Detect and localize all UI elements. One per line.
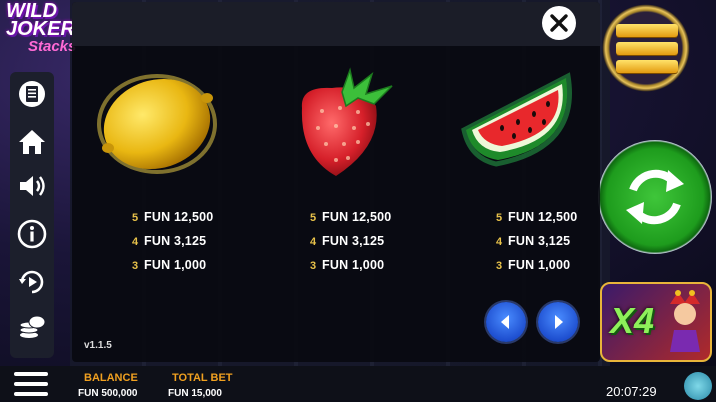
payout-count: 5 [132,212,139,224]
paytable-header-bar [72,2,600,46]
version-label: v1.1.5 [84,340,112,351]
payout-row: 3 FUN 1,000 [310,253,391,277]
watermelon-payouts: 5 FUN 12,500 4 FUN 3,125 3 FUN 1,000 [496,205,577,277]
total-bet-value: FUN 15,000 [168,388,222,399]
payout-count: 4 [132,236,139,248]
payout-row: 3 FUN 1,000 [496,253,577,277]
payout-amount: FUN 3,125 [508,234,571,248]
strawberry-icon [301,67,393,176]
payout-amount: FUN 3,125 [144,234,207,248]
coins-icon[interactable] [16,312,48,344]
lemon-payouts: 5 FUN 12,500 4 FUN 3,125 3 FUN 1,000 [132,205,213,277]
main-menu-icon[interactable] [14,372,48,402]
strawberry-payouts: 5 FUN 12,500 4 FUN 3,125 3 FUN 1,000 [310,205,391,277]
payout-row: 5 FUN 12,500 [310,205,391,229]
next-page-button[interactable] [538,302,578,342]
balance-value: FUN 500,000 [78,388,138,399]
payout-row: 3 FUN 1,000 [132,253,213,277]
info-icon[interactable] [16,218,48,250]
lemon-icon [97,74,217,174]
menu-icon[interactable] [616,24,678,78]
payout-row: 4 FUN 3,125 [496,229,577,253]
payout-amount: FUN 12,500 [508,210,578,224]
spin-button[interactable] [598,140,712,254]
autoplay-icon[interactable] [16,266,48,298]
multiplier-label: X4 [610,300,655,341]
spin-arrows-icon [626,169,684,225]
payout-count: 3 [496,260,503,272]
payout-amount: FUN 3,125 [322,234,385,248]
payout-count: 3 [310,260,317,272]
payout-count: 5 [310,212,317,224]
logo-line-2: JOKER [6,18,75,40]
payout-count: 3 [132,260,139,272]
jester-icon [670,290,700,352]
balance-label: BALANCE [84,372,138,384]
payout-row: 5 FUN 12,500 [132,205,213,229]
payout-amount: FUN 12,500 [322,210,392,224]
payout-count: 4 [496,236,503,248]
payout-row: 5 FUN 12,500 [496,205,577,229]
payout-row: 4 FUN 3,125 [132,229,213,253]
left-sidebar [10,72,54,358]
game-logo: WILD JOKER Stacks [6,1,77,72]
close-icon [550,14,568,32]
arrow-right-icon [555,315,563,329]
payout-amount: FUN 1,000 [508,258,571,272]
clock: 20:07:29 [606,384,657,399]
provider-badge-icon [684,372,712,400]
multiplier-feature-button[interactable]: X4 [600,282,712,362]
payout-amount: FUN 1,000 [144,258,207,272]
payout-amount: FUN 12,500 [144,210,214,224]
payout-count: 4 [310,236,317,248]
payout-count: 5 [496,212,503,224]
watermelon-icon [461,72,572,167]
payout-row: 4 FUN 3,125 [310,229,391,253]
home-icon[interactable] [16,126,48,158]
logo-line-3: Stacks [28,38,77,55]
paytable-icon[interactable] [16,78,48,110]
total-bet-label: TOTAL BET [172,372,233,384]
close-button[interactable] [542,6,576,40]
arrow-left-icon [501,315,509,329]
previous-page-button[interactable] [486,302,526,342]
sound-icon[interactable] [16,170,48,202]
payout-amount: FUN 1,000 [322,258,385,272]
